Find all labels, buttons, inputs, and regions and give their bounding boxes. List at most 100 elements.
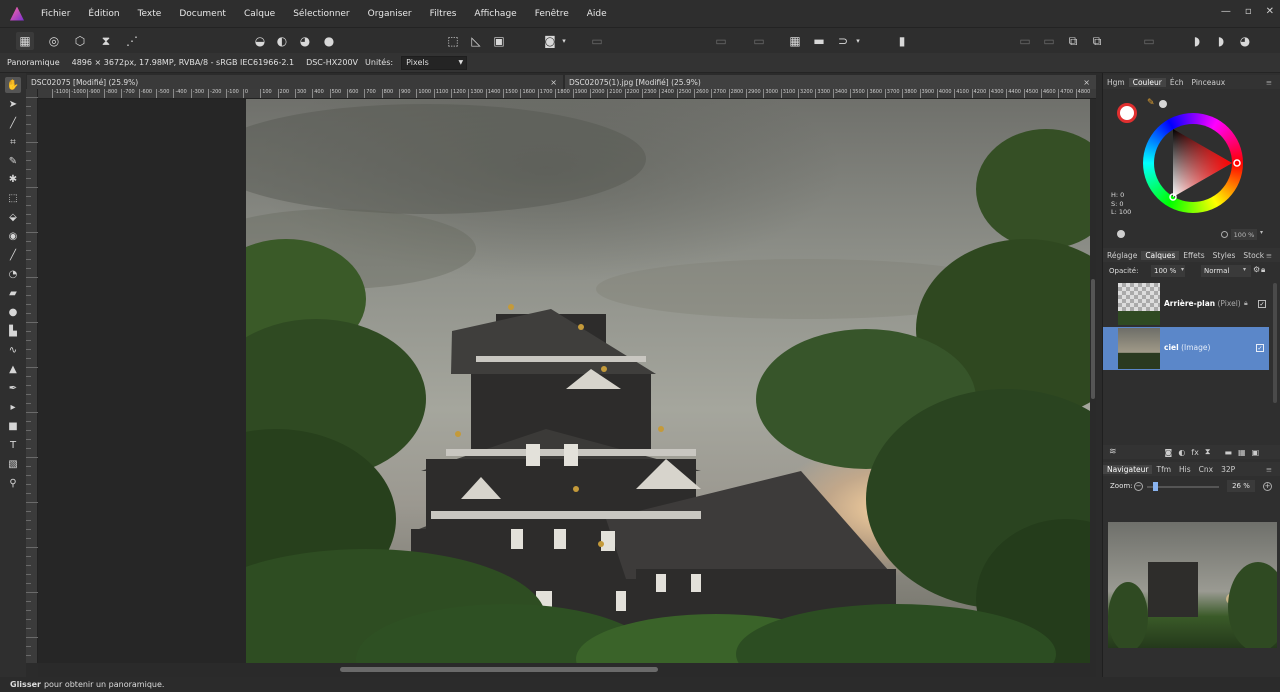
gradient-tool-icon[interactable]: ◉ xyxy=(5,228,21,244)
menu-item[interactable]: Fichier xyxy=(32,9,79,19)
quick-mask-dropdown-icon[interactable]: ▾ xyxy=(559,32,569,50)
tab-histogram[interactable]: Hgm xyxy=(1103,78,1129,87)
menu-item[interactable]: Fenêtre xyxy=(526,9,578,19)
zoom-in-icon[interactable]: + xyxy=(1263,482,1272,491)
menu-item[interactable]: Sélectionner xyxy=(284,9,358,19)
align-icon[interactable]: ▭ xyxy=(712,32,730,50)
menu-item[interactable]: Édition xyxy=(79,9,128,19)
snapping-dropdown-icon[interactable]: ▾ xyxy=(853,32,863,50)
add-fx-icon[interactable]: fx xyxy=(1191,448,1199,457)
flood-fill-tool-icon[interactable]: ⬙ xyxy=(5,209,21,225)
hand-tool-icon[interactable]: ✋ xyxy=(5,77,21,93)
menu-item[interactable]: Aide xyxy=(578,9,616,19)
tab-layers[interactable]: Calques xyxy=(1141,250,1180,260)
layer-lock-toggle-icon[interactable]: 🔒︎ xyxy=(1261,265,1265,275)
add-live-filter-icon[interactable]: ⧗ xyxy=(1205,447,1211,457)
tab-32p[interactable]: 32P xyxy=(1217,465,1239,474)
refine-selection-icon[interactable]: ▣ xyxy=(490,32,508,50)
tab-navigator[interactable]: Navigateur xyxy=(1103,464,1153,474)
pen-tool-icon[interactable]: ✒ xyxy=(5,380,21,396)
quick-mask-icon[interactable]: ◙ xyxy=(541,32,559,50)
flip-icon[interactable]: ▭ xyxy=(1140,32,1158,50)
tone-mapping-persona-icon[interactable]: ⧗ xyxy=(97,32,115,50)
zoom-field[interactable]: 26 % xyxy=(1227,480,1255,492)
zoom-tool-icon[interactable]: ⚲ xyxy=(5,475,21,491)
color-picker-tool-icon[interactable]: ╱ xyxy=(5,115,21,131)
close-tab-icon[interactable]: × xyxy=(550,78,557,87)
tab-effects[interactable]: Effets xyxy=(1179,251,1208,260)
menu-item[interactable]: Document xyxy=(170,9,235,19)
mask-icon[interactable]: ◗ xyxy=(1188,32,1206,50)
distribute-icon[interactable]: ▭ xyxy=(750,32,768,50)
menu-item[interactable]: Organiser xyxy=(359,9,421,19)
primary-color-swatch[interactable] xyxy=(1117,103,1137,123)
panel-menu-icon[interactable]: ≡ xyxy=(1262,465,1276,474)
move-forward-icon[interactable]: ▭ xyxy=(1040,32,1058,50)
vertical-scroll-thumb[interactable] xyxy=(1091,279,1095,399)
assistant-icon[interactable]: ▭ xyxy=(588,32,606,50)
add-mask-icon[interactable]: ◙ xyxy=(1165,448,1173,457)
minimize-icon[interactable]: — xyxy=(1221,6,1231,17)
layer-lock-icon[interactable]: 🔒︎ xyxy=(1244,299,1248,308)
magnet-icon[interactable]: ⊃ xyxy=(834,32,852,50)
move-tool-icon[interactable]: ➤ xyxy=(5,96,21,112)
menu-item[interactable]: Texte xyxy=(129,9,171,19)
export-persona-icon[interactable]: ⋰ xyxy=(123,32,141,50)
photo-persona-icon[interactable]: ▦ xyxy=(16,32,34,50)
flood-select-tool-icon[interactable]: ✱ xyxy=(5,171,21,187)
tab-brushes[interactable]: Pinceaux xyxy=(1187,78,1229,87)
color-wheel[interactable] xyxy=(1143,113,1243,213)
tab-transform[interactable]: Tfm xyxy=(1152,465,1175,474)
paint-brush-tool-icon[interactable]: ╱ xyxy=(5,247,21,263)
erase-tool-icon[interactable]: ▰ xyxy=(5,285,21,301)
close-tab-icon[interactable]: × xyxy=(1083,78,1090,87)
auto-white-balance-icon[interactable]: ● xyxy=(320,32,338,50)
noise-slider-handle[interactable] xyxy=(1117,230,1125,238)
vertical-scrollbar[interactable] xyxy=(1090,99,1096,663)
layer-lock-icon[interactable]: ▮ xyxy=(893,32,911,50)
horizontal-scrollbar[interactable] xyxy=(38,663,1096,677)
menu-item[interactable]: Calque xyxy=(235,9,284,19)
zoom-slider-handle[interactable] xyxy=(1153,482,1158,491)
canvas[interactable] xyxy=(38,99,1090,663)
arrange-back-icon[interactable]: ⧉ xyxy=(1064,32,1082,50)
layer-opacity-field[interactable]: 100 % xyxy=(1151,265,1185,277)
layer-visibility-checkbox[interactable]: ✓ xyxy=(1258,300,1266,308)
layer-row-selected[interactable]: ciel (Image) ✓ xyxy=(1103,327,1269,370)
move-back-icon[interactable]: ▭ xyxy=(1016,32,1034,50)
snapping-icon[interactable]: ▬ xyxy=(810,32,828,50)
menu-item[interactable]: Filtres xyxy=(421,9,466,19)
node-tool-icon[interactable]: ▸ xyxy=(5,399,21,415)
auto-colors-icon[interactable]: ◕ xyxy=(296,32,314,50)
liquify-persona-icon[interactable]: ◎ xyxy=(45,32,63,50)
tab-styles[interactable]: Styles xyxy=(1209,251,1240,260)
color-opacity-field[interactable]: 100 % xyxy=(1231,229,1257,240)
arrange-front-icon[interactable]: ⧉ xyxy=(1088,32,1106,50)
tab-adjustment[interactable]: Réglage xyxy=(1103,251,1141,260)
layer-visibility-checkbox[interactable]: ✓ xyxy=(1256,344,1264,352)
snapping-grid-icon[interactable]: ▦ xyxy=(786,32,804,50)
close-window-icon[interactable]: ✕ xyxy=(1266,6,1274,17)
rectangle-tool-icon[interactable]: ■ xyxy=(5,418,21,434)
horizontal-scroll-thumb[interactable] xyxy=(340,667,658,672)
layers-stack-icon[interactable]: ≋ xyxy=(1109,447,1117,457)
opacity-dropdown-icon[interactable]: ▾ xyxy=(1260,229,1263,236)
adjustment-icon[interactable]: ◗ xyxy=(1212,32,1230,50)
dodge-tool-icon[interactable]: ◔ xyxy=(5,266,21,282)
navigator-preview[interactable] xyxy=(1108,522,1277,648)
document-tab-2[interactable]: DSC02075(1).jpg [Modifié] (25.9%) × xyxy=(565,75,1096,89)
secondary-color-swatch[interactable] xyxy=(1159,100,1167,108)
panel-menu-icon[interactable]: ≡ xyxy=(1262,78,1276,87)
tab-channels[interactable]: Cnx xyxy=(1195,465,1217,474)
live-filter-icon[interactable]: ◕ xyxy=(1236,32,1254,50)
text-tool-icon[interactable]: T xyxy=(5,437,21,453)
smudge-tool-icon[interactable]: ∿ xyxy=(5,342,21,358)
mesh-warp-tool-icon[interactable]: ▧ xyxy=(5,456,21,472)
layer-row[interactable]: Arrière-plan (Pixel) 🔒︎ ✓ xyxy=(1103,281,1280,327)
tab-swatches[interactable]: Éch xyxy=(1166,78,1188,87)
add-pixel-layer-icon[interactable]: ▦ xyxy=(1238,448,1246,457)
sharpen-tool-icon[interactable]: ▲ xyxy=(5,361,21,377)
selection-icon[interactable]: ⬚ xyxy=(444,32,462,50)
units-select[interactable]: Pixels ▼ xyxy=(401,55,468,70)
selection-brush-tool-icon[interactable]: ✎ xyxy=(5,153,21,169)
